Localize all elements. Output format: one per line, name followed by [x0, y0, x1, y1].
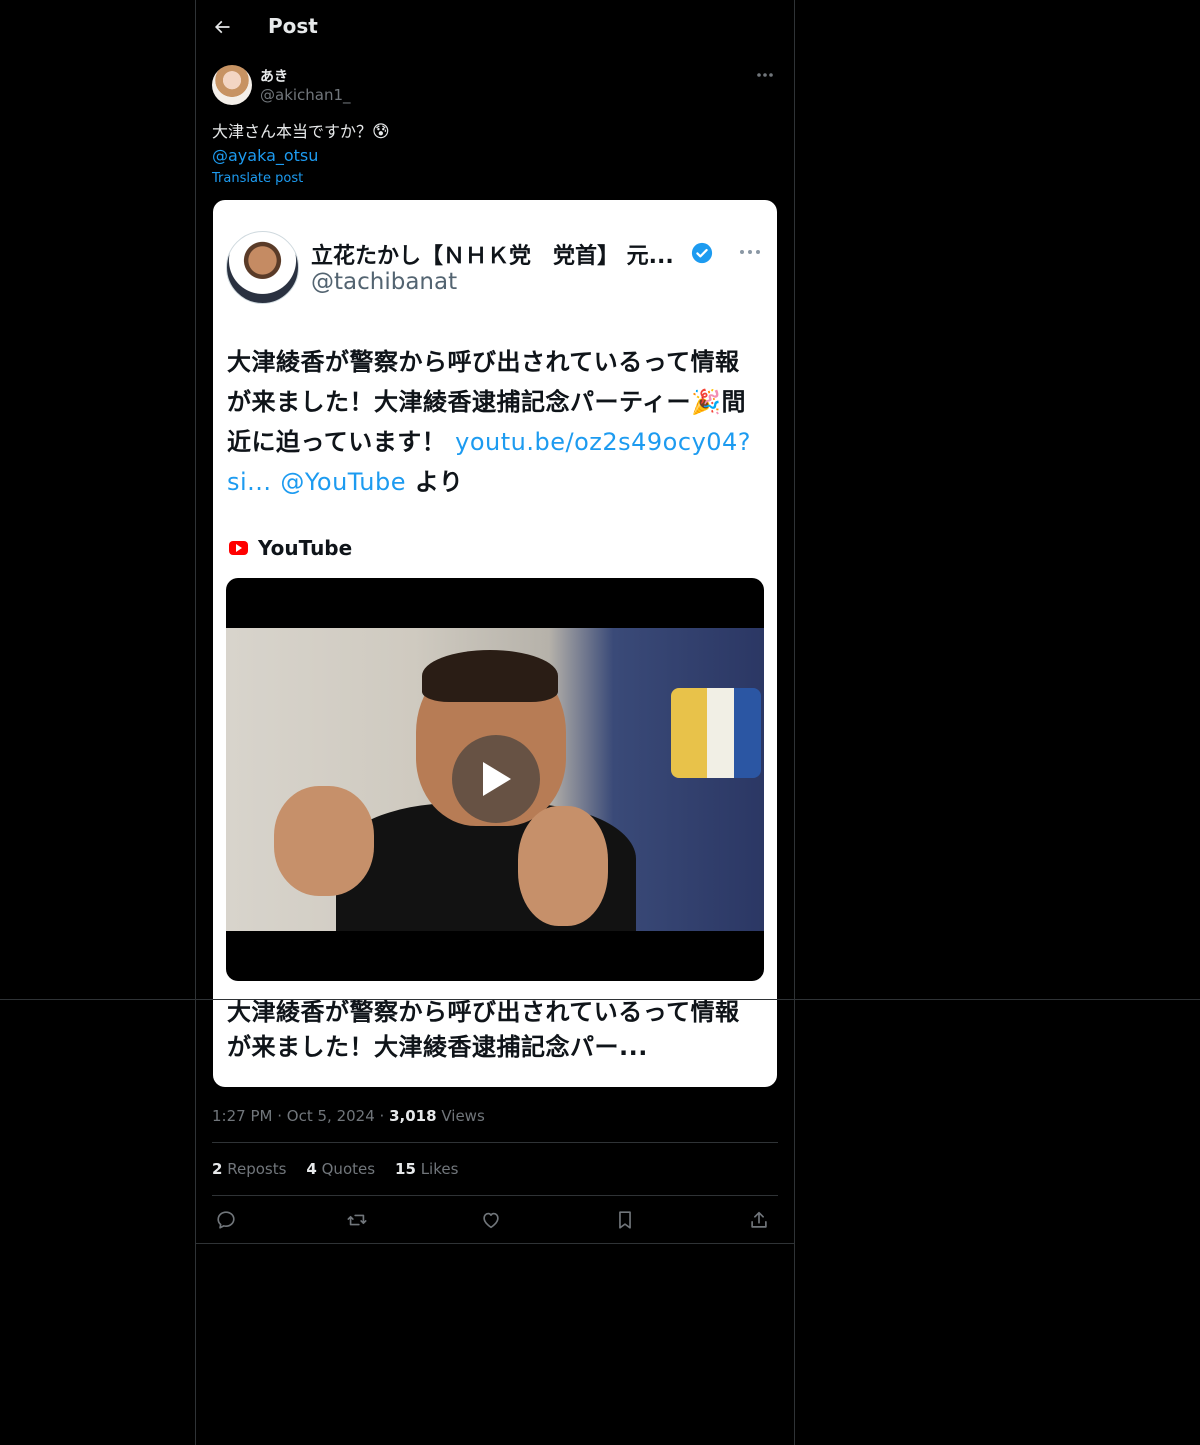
meta-separator: · — [277, 1107, 283, 1125]
post-author: あき @akichan1_ — [212, 64, 778, 108]
card-author-handle: @tachibanat — [311, 269, 458, 295]
meta-separator-2: · — [379, 1107, 385, 1125]
post-meta: 1:27 PM · Oct 5, 2024 · 3,018 Views — [212, 1107, 485, 1125]
share-icon — [751, 1211, 767, 1228]
video-thumbnail — [226, 578, 764, 981]
mention-link[interactable]: @ayaka_otsu — [212, 144, 772, 168]
author-display-name[interactable]: あき — [260, 66, 288, 86]
page-title: Post — [268, 14, 318, 38]
bookmark-button[interactable] — [611, 1206, 639, 1234]
person-hair — [422, 650, 558, 702]
share-button[interactable] — [745, 1206, 773, 1234]
quotes-stat[interactable]: 4 Quotes — [306, 1160, 375, 1178]
engagement-stats: 2 Reposts 4 Quotes 15 Likes — [212, 1160, 458, 1178]
more-options-button[interactable] — [754, 66, 776, 84]
reply-button[interactable] — [212, 1206, 240, 1234]
reposts-stat[interactable]: 2 Reposts — [212, 1160, 286, 1178]
card-author-name: 立花たかし【ＮＨＫ党 党首】 元... — [311, 244, 674, 269]
repost-button[interactable] — [343, 1206, 371, 1234]
person-right-hand — [518, 806, 608, 926]
action-bar — [212, 1206, 778, 1234]
card-author-avatar — [226, 231, 299, 304]
arrow-left-icon — [214, 20, 230, 34]
embedded-screenshot-card[interactable]: 立花たかし【ＮＨＫ党 党首】 元... @tachibanat 大津綾香が警察か… — [213, 200, 777, 1087]
bookmark-icon — [619, 1211, 631, 1229]
translate-post-link[interactable]: Translate post — [212, 171, 303, 186]
card-body-text-1: 大津綾香が警察から呼び出されているって情報が来ました！大津綾香逮捕記念パーティー — [227, 348, 740, 416]
back-button[interactable] — [208, 13, 236, 41]
repost-icon — [347, 1214, 367, 1226]
card-caption: 大津綾香が警察から呼び出されているって情報が来ました！大津綾香逮捕記念パー... — [227, 998, 740, 1061]
card-body-text: 大津綾香が警察から呼び出されているって情報が来ました！大津綾香逮捕記念パーティー… — [227, 342, 757, 502]
verified-badge-icon — [691, 242, 713, 264]
overlay-divider-line — [0, 999, 1200, 1000]
more-icon — [757, 73, 773, 77]
party-popper-emoji: 🎉 — [691, 388, 722, 416]
post-bottom-border — [196, 1243, 794, 1244]
divider — [212, 1142, 778, 1143]
card-source-label: YouTube — [258, 536, 353, 560]
card-more-icon — [738, 244, 762, 260]
person-left-hand — [274, 786, 374, 896]
card-youtube-mention: @YouTube — [280, 468, 407, 496]
heart-icon — [483, 1212, 499, 1229]
likes-stat[interactable]: 15 Likes — [395, 1160, 458, 1178]
post-text-body: 大津さん本当ですか？ — [212, 122, 373, 141]
reply-icon — [217, 1211, 235, 1229]
anxious-face-emoji: 😰 — [372, 122, 390, 142]
post-text: 大津さん本当ですか？😰 @ayaka_otsu — [212, 120, 772, 168]
like-button[interactable] — [477, 1206, 505, 1234]
play-icon — [452, 735, 540, 823]
card-source: YouTube — [229, 535, 352, 561]
post-date[interactable]: Oct 5, 2024 — [287, 1107, 375, 1125]
header: Post — [196, 0, 794, 54]
youtube-logo-icon — [229, 541, 248, 555]
bottles-background — [671, 688, 761, 778]
avatar[interactable] — [212, 65, 252, 105]
divider — [212, 1195, 778, 1196]
card-body-tail: より — [406, 468, 464, 496]
views-label: Views — [441, 1107, 485, 1125]
author-handle[interactable]: @akichan1_ — [260, 86, 351, 104]
views-count: 3,018 — [389, 1107, 437, 1125]
post-column: Post あき @akichan1_ 大津さん本当ですか？😰 @ayaka_ot… — [195, 0, 795, 1445]
post-time[interactable]: 1:27 PM — [212, 1107, 272, 1125]
